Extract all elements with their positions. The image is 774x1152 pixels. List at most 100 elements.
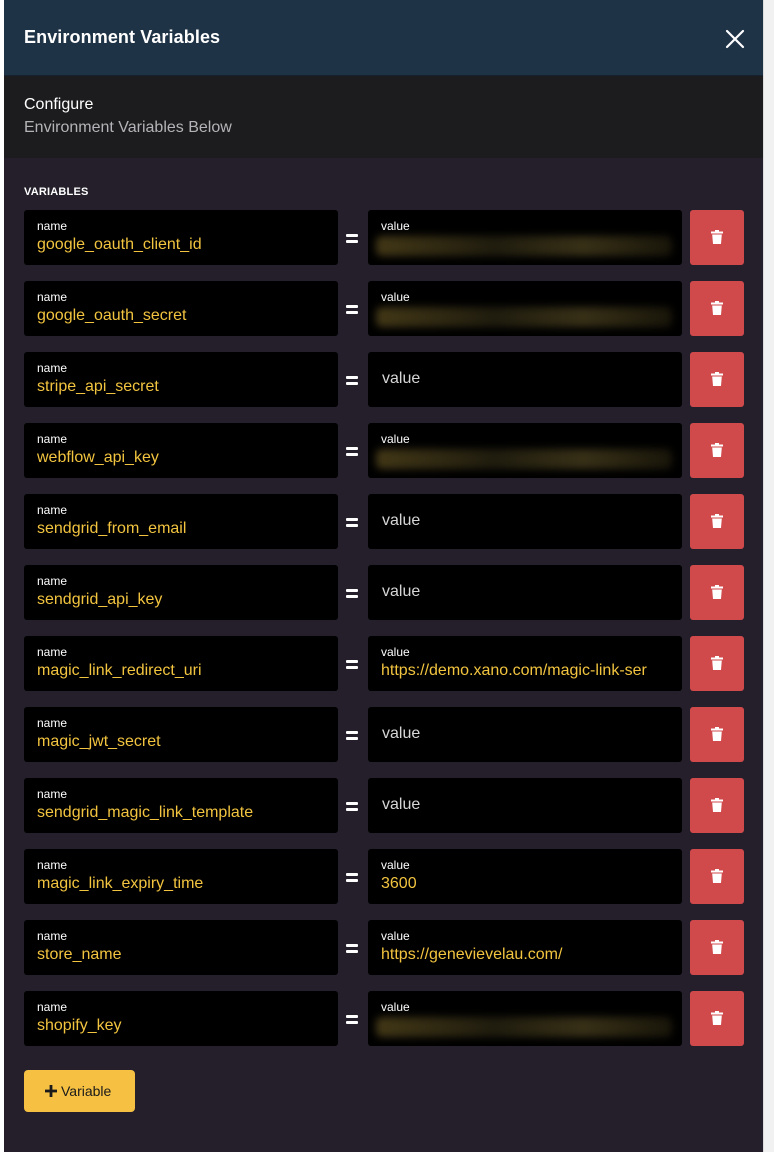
variable-name-input[interactable]: name google_oauth_client_id bbox=[24, 210, 338, 265]
value-placeholder: value bbox=[382, 512, 421, 529]
delete-variable-button[interactable] bbox=[690, 991, 744, 1046]
trash-icon bbox=[711, 514, 723, 528]
variable-name-input[interactable]: name shopify_key bbox=[24, 991, 338, 1046]
equals-icon bbox=[344, 514, 360, 530]
redacted-value bbox=[376, 449, 672, 469]
equals-icon bbox=[344, 585, 360, 601]
value-field-label: value bbox=[381, 929, 410, 943]
variable-value: https://genevievelau.com/ bbox=[381, 946, 563, 963]
name-field-label: name bbox=[37, 503, 68, 517]
variable-value-input[interactable]: value https://genevievelau.com/ bbox=[368, 920, 682, 975]
configure-description: Environment Variables Below bbox=[24, 119, 232, 136]
redacted-value bbox=[376, 236, 672, 256]
panel-title: Environment Variables bbox=[24, 27, 221, 47]
delete-variable-button[interactable] bbox=[690, 636, 744, 691]
variable-name-value: stripe_api_secret bbox=[37, 378, 159, 395]
variable-row: name magic_jwt_secret value bbox=[24, 707, 744, 763]
delete-variable-button[interactable] bbox=[690, 352, 744, 407]
equals-icon bbox=[344, 869, 360, 885]
delete-variable-button[interactable] bbox=[690, 494, 744, 549]
variable-name-input[interactable]: name sendgrid_api_key bbox=[24, 565, 338, 620]
name-field-label: name bbox=[37, 432, 68, 446]
variable-name-input[interactable]: name sendgrid_magic_link_template bbox=[24, 778, 338, 833]
value-field-label: value bbox=[381, 1000, 410, 1014]
trash-icon bbox=[711, 443, 723, 457]
variable-name-input[interactable]: name magic_link_redirect_uri bbox=[24, 636, 338, 691]
equals-icon bbox=[344, 301, 360, 317]
variable-name-input[interactable]: name webflow_api_key bbox=[24, 423, 338, 478]
trash-icon bbox=[711, 656, 723, 670]
variable-name-value: google_oauth_client_id bbox=[37, 236, 202, 253]
variable-row: name magic_link_expiry_time value 3600 bbox=[24, 849, 744, 905]
delete-variable-button[interactable] bbox=[690, 778, 744, 833]
variable-value-input[interactable]: value bbox=[368, 281, 682, 336]
value-field-label: value bbox=[381, 858, 410, 872]
variable-value-input[interactable]: value bbox=[368, 210, 682, 265]
trash-icon bbox=[711, 1011, 723, 1025]
variable-name-input[interactable]: name magic_jwt_secret bbox=[24, 707, 338, 762]
variable-value-input[interactable]: value https://demo.xano.com/magic-link-se… bbox=[368, 636, 682, 691]
value-field-label: value bbox=[381, 219, 410, 233]
value-field-label: value bbox=[381, 290, 410, 304]
name-field-label: name bbox=[37, 787, 68, 801]
value-placeholder: value bbox=[382, 583, 421, 600]
variable-value-input[interactable]: value bbox=[368, 991, 682, 1046]
variable-value: https://demo.xano.com/magic-link-ser bbox=[381, 662, 647, 679]
variable-name-value: shopify_key bbox=[37, 1017, 122, 1034]
variable-name-value: magic_link_expiry_time bbox=[37, 875, 204, 892]
variable-name-value: sendgrid_magic_link_template bbox=[37, 804, 254, 821]
close-icon bbox=[725, 29, 745, 49]
variable-value-input[interactable]: value bbox=[368, 778, 682, 833]
variable-row: name sendgrid_magic_link_template value bbox=[24, 778, 744, 834]
name-field-label: name bbox=[37, 645, 68, 659]
add-variable-label: Variable bbox=[61, 1083, 112, 1099]
variable-name-input[interactable]: name google_oauth_secret bbox=[24, 281, 338, 336]
value-placeholder: value bbox=[382, 796, 421, 813]
trash-icon bbox=[711, 940, 723, 954]
delete-variable-button[interactable] bbox=[690, 920, 744, 975]
variable-name-value: store_name bbox=[37, 946, 122, 963]
plus-icon bbox=[45, 1085, 57, 1097]
delete-variable-button[interactable] bbox=[690, 210, 744, 265]
delete-variable-button[interactable] bbox=[690, 849, 744, 904]
name-field-label: name bbox=[37, 290, 68, 304]
delete-variable-button[interactable] bbox=[690, 281, 744, 336]
name-field-label: name bbox=[37, 858, 68, 872]
variable-name-input[interactable]: name stripe_api_secret bbox=[24, 352, 338, 407]
equals-icon bbox=[344, 727, 360, 743]
name-field-label: name bbox=[37, 361, 68, 375]
redacted-value bbox=[376, 307, 672, 327]
name-field-label: name bbox=[37, 716, 68, 730]
variable-value-input[interactable]: value bbox=[368, 423, 682, 478]
delete-variable-button[interactable] bbox=[690, 707, 744, 762]
env-variables-panel: Environment Variables Configure Environm… bbox=[4, 0, 763, 1152]
variable-value-input[interactable]: value 3600 bbox=[368, 849, 682, 904]
equals-icon bbox=[344, 443, 360, 459]
delete-variable-button[interactable] bbox=[690, 423, 744, 478]
configure-section: Configure Environment Variables Below bbox=[4, 76, 763, 158]
add-variable-button[interactable]: Variable bbox=[24, 1070, 135, 1112]
name-field-label: name bbox=[37, 1000, 68, 1014]
close-button[interactable] bbox=[720, 24, 750, 54]
variable-name-input[interactable]: name sendgrid_from_email bbox=[24, 494, 338, 549]
variable-value-input[interactable]: value bbox=[368, 707, 682, 762]
value-field-label: value bbox=[381, 432, 410, 446]
variable-value-input[interactable]: value bbox=[368, 565, 682, 620]
name-field-label: name bbox=[37, 929, 68, 943]
variable-value-input[interactable]: value bbox=[368, 352, 682, 407]
variable-row: name sendgrid_api_key value bbox=[24, 565, 744, 621]
trash-icon bbox=[711, 585, 723, 599]
variable-name-input[interactable]: name store_name bbox=[24, 920, 338, 975]
configure-title: Configure bbox=[24, 96, 94, 113]
scrollbar[interactable] bbox=[763, 0, 774, 1152]
name-field-label: name bbox=[37, 574, 68, 588]
variable-name-value: sendgrid_from_email bbox=[37, 520, 187, 537]
variable-row: name magic_link_redirect_uri value https://… bbox=[24, 636, 744, 692]
variable-row: name google_oauth_secret value bbox=[24, 281, 744, 337]
variable-value-input[interactable]: value bbox=[368, 494, 682, 549]
delete-variable-button[interactable] bbox=[690, 565, 744, 620]
variable-row: name webflow_api_key value bbox=[24, 423, 744, 479]
variable-name-input[interactable]: name magic_link_expiry_time bbox=[24, 849, 338, 904]
trash-icon bbox=[711, 372, 723, 386]
variable-value: 3600 bbox=[381, 875, 417, 892]
